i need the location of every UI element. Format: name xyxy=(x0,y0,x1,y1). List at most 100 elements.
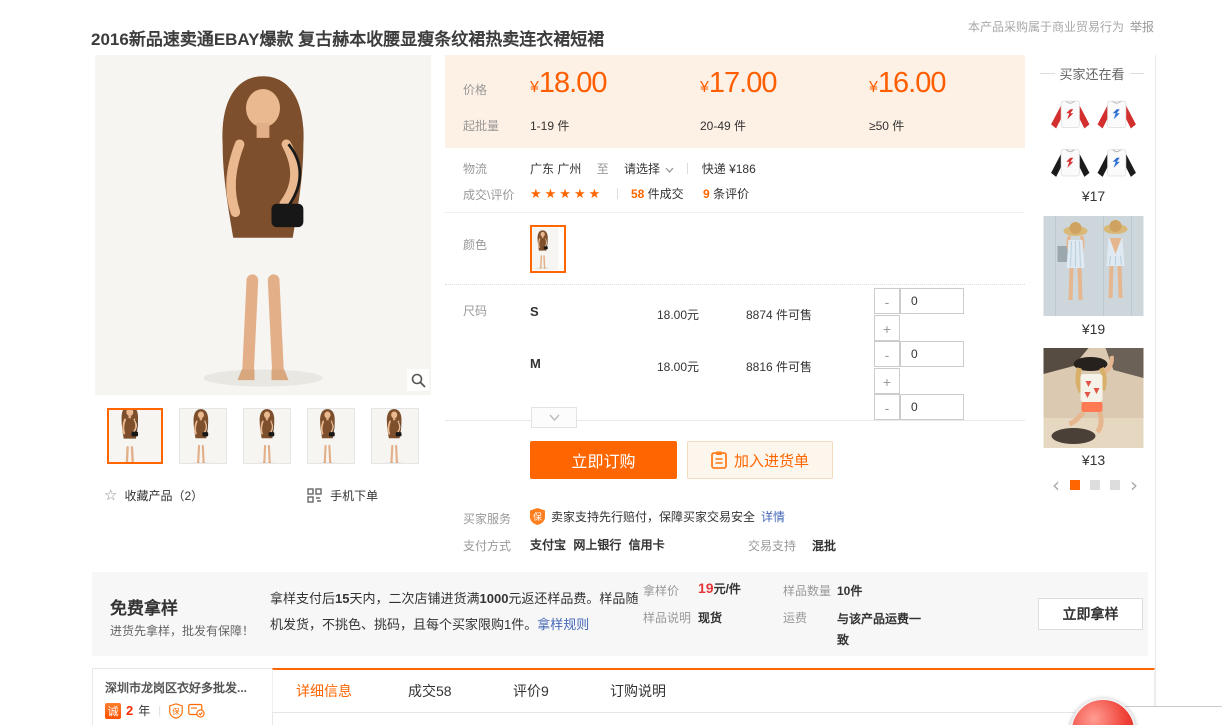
prev-page-arrow-icon[interactable]: ‹ xyxy=(1052,478,1060,492)
divider xyxy=(1040,73,1055,74)
page-dot-3[interactable] xyxy=(1110,480,1120,490)
chevron-down-icon xyxy=(549,414,560,421)
destination-select[interactable]: 请选择 xyxy=(624,162,674,176)
get-sample-button[interactable]: 立即拿样 xyxy=(1038,598,1143,630)
favorite-star-icon: ☆ xyxy=(104,486,117,504)
next-page-arrow-icon[interactable]: › xyxy=(1130,478,1138,492)
related-item-1-price: ¥17 xyxy=(1043,188,1144,204)
price-tier-2: ¥17.00 xyxy=(700,67,776,100)
page-dot-1-active[interactable] xyxy=(1070,480,1080,490)
tab-detail-info[interactable]: 详细信息 xyxy=(296,670,352,713)
related-item-3-image xyxy=(1043,348,1144,448)
thumbnail-1-selected[interactable] xyxy=(107,408,163,464)
size-name-m: M xyxy=(530,356,541,371)
sample-freight-label: 运费 xyxy=(783,609,807,626)
expand-sizes-button[interactable] xyxy=(531,407,577,428)
page-title: 2016新品速卖通EBAY爆款 复古赫本收腰显瘦条纹裙热卖连衣裙短裙 xyxy=(91,25,604,50)
chengxin-badge-icon: 诚 xyxy=(105,703,121,719)
size-stock-s: 8874 件可售 xyxy=(746,306,812,323)
divider-dotted xyxy=(445,284,1025,285)
size-stock-m: 8816 件可售 xyxy=(746,358,812,375)
page-dot-2[interactable] xyxy=(1090,480,1100,490)
decrease-qty-button-m[interactable]: - xyxy=(874,341,900,367)
price-tier-1: ¥18.00 xyxy=(530,67,606,100)
size-row-3-partial: - xyxy=(874,394,966,420)
quantity-input-m[interactable] xyxy=(900,341,964,367)
detail-tabbar: 详细信息 成交58 评价9 订购说明 xyxy=(272,668,1155,713)
seller-card: 深圳市龙岗区衣好多批发... 诚 2 年 | 保 xyxy=(92,668,273,725)
main-product-image[interactable] xyxy=(95,55,431,395)
deal-count[interactable]: 58 xyxy=(631,187,644,201)
price-label: 价格 xyxy=(463,81,487,98)
tab-order-instructions[interactable]: 订购说明 xyxy=(610,670,666,713)
express-fee: 快递 ¥186 xyxy=(702,162,756,176)
related-item-1[interactable] xyxy=(1043,84,1144,185)
size-name-s: S xyxy=(530,304,539,319)
divider xyxy=(1130,73,1145,74)
magnifier-icon[interactable] xyxy=(407,369,429,391)
gallery-actions: ☆ 收藏产品（2） 手机下单 xyxy=(104,486,378,504)
related-item-3[interactable] xyxy=(1043,348,1144,448)
quantity-input-3[interactable] xyxy=(900,394,964,420)
purchase-note: 本产品采购属于商业贸易行为 xyxy=(968,18,1124,35)
increase-qty-button-m[interactable]: + xyxy=(874,368,900,394)
to-word: 至 xyxy=(597,162,609,176)
divider xyxy=(687,163,688,174)
seller-badges: 诚 2 年 | 保 xyxy=(105,702,205,719)
tab-deals[interactable]: 成交58 xyxy=(408,670,452,713)
mobile-order-button[interactable]: 手机下单 xyxy=(330,487,378,504)
increase-qty-button-s[interactable]: + xyxy=(874,315,900,341)
seller-name-link[interactable]: 深圳市龙岗区衣好多批发... xyxy=(105,679,247,696)
sample-rule-link[interactable]: 拿样规则 xyxy=(537,617,589,632)
decrease-qty-button-s[interactable]: - xyxy=(874,288,900,314)
tab-reviews[interactable]: 评价9 xyxy=(513,670,549,713)
report-link[interactable]: 举报 xyxy=(1130,18,1154,35)
decrease-qty-button-3[interactable]: - xyxy=(874,394,900,420)
size-price-m: 18.00元 xyxy=(657,358,699,375)
buyer-service-row: 保 卖家支持先行赔付，保障买家交易安全 详情 xyxy=(530,508,785,525)
related-item-2-price: ¥19 xyxy=(1043,321,1144,337)
divider xyxy=(445,212,1025,213)
payment-label: 支付方式 xyxy=(463,537,511,554)
service-detail-link[interactable]: 详情 xyxy=(761,508,785,525)
trade-card-icon xyxy=(188,703,205,718)
related-item-2[interactable] xyxy=(1043,216,1144,316)
sidebar-pagination: ‹ › xyxy=(1052,478,1138,492)
related-item-2-image xyxy=(1043,216,1144,316)
ship-from: 广东 广州 xyxy=(530,162,581,176)
thumbnail-2[interactable] xyxy=(179,408,227,464)
free-sample-panel: 免费拿样 进货先拿样，批发有保障！ 拿样支付后15天内，二次店铺进货满1000元… xyxy=(92,572,1148,656)
quantity-input-s[interactable] xyxy=(900,288,964,314)
chevron-down-icon xyxy=(665,162,674,176)
favorite-button[interactable]: 收藏产品（2） xyxy=(124,487,203,504)
logistics-row: 广东 广州 至 请选择 快递 ¥186 xyxy=(530,160,756,177)
trade-support-value: 混批 xyxy=(812,537,836,554)
product-photo-illustration xyxy=(95,55,431,395)
thumbnail-4[interactable] xyxy=(307,408,355,464)
moq-label: 起批量 xyxy=(463,117,499,134)
add-to-purchase-list-button[interactable]: 加入进货单 xyxy=(687,441,833,479)
sample-qty-value: 10件 xyxy=(837,582,862,599)
size-price-s: 18.00元 xyxy=(657,306,699,323)
qr-code-icon xyxy=(307,488,322,503)
color-label: 颜色 xyxy=(463,236,487,253)
order-now-button[interactable]: 立即订购 xyxy=(530,441,677,479)
color-swatch-selected[interactable] xyxy=(530,225,566,273)
star-rating: ★★★★★ xyxy=(530,186,603,201)
sidebar-title: 买家还在看 xyxy=(1040,64,1144,83)
price-tier-3: ¥16.00 xyxy=(869,67,945,100)
logistics-label: 物流 xyxy=(463,160,487,177)
review-count[interactable]: 9 xyxy=(703,187,710,201)
buyer-service-label: 买家服务 xyxy=(463,510,511,527)
sample-price-value: 19元/件 xyxy=(698,580,741,597)
sample-freight-value: 与该产品运费一致 xyxy=(837,609,925,651)
thumbnail-5[interactable] xyxy=(371,408,419,464)
svg-text:保: 保 xyxy=(533,511,542,522)
related-item-3-price: ¥13 xyxy=(1043,452,1144,468)
payment-methods: 支付宝 网上银行 信用卡 xyxy=(530,536,665,553)
deal-rating-row: ★★★★★ 58 件成交 9 条评价 xyxy=(530,185,749,202)
sidebar-right-border xyxy=(1155,55,1156,712)
thumbnail-3[interactable] xyxy=(243,408,291,464)
moq-tier-3: ≥50 件 xyxy=(869,117,904,134)
buyer-service-text: 卖家支持先行赔付，保障买家交易安全 xyxy=(551,508,755,525)
